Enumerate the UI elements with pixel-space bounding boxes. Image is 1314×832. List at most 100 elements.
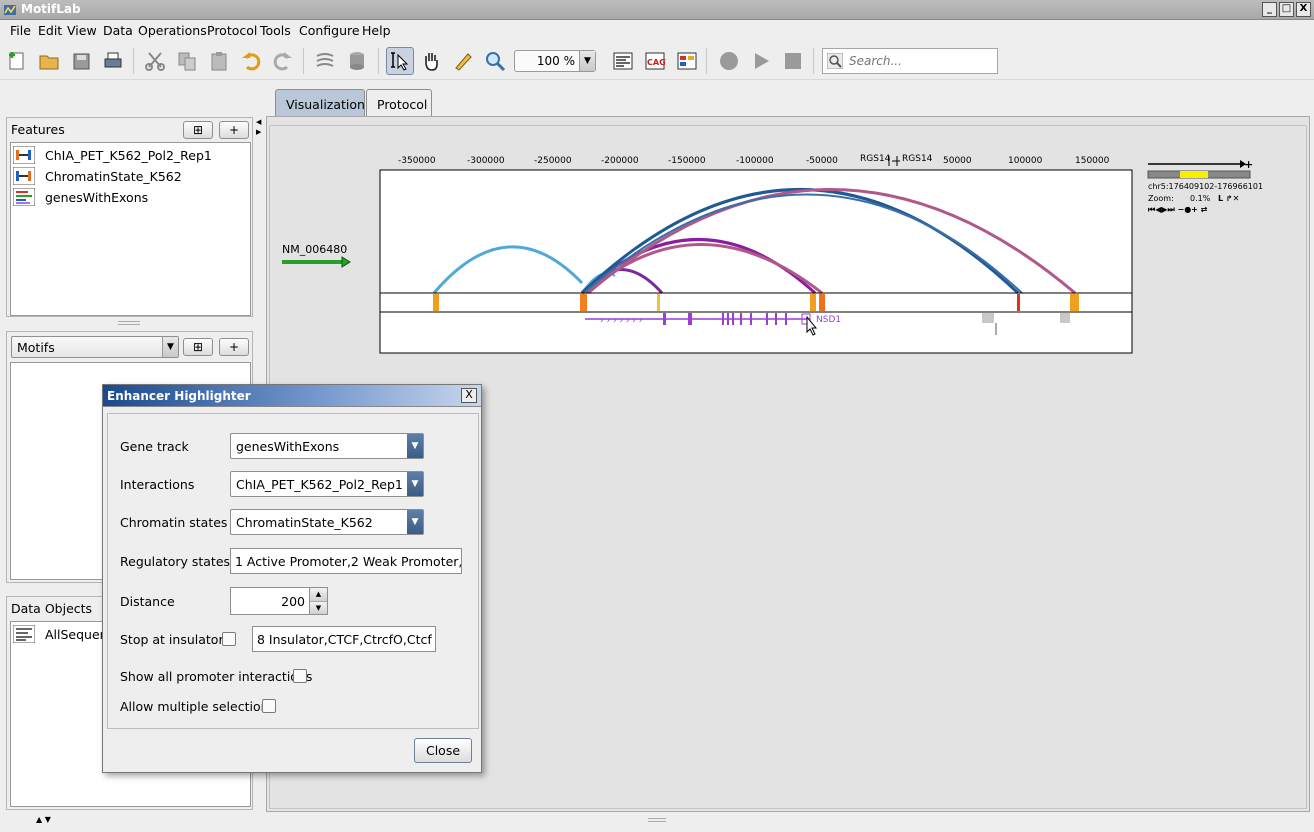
svg-text:L ↱✕: L ↱✕ (1218, 194, 1239, 203)
menu-configure[interactable]: Configure (299, 23, 360, 38)
motifs-combo[interactable]: Motifs ▼ (11, 336, 179, 358)
features-panel: Features ⊞ + ChIA_PET_K562_Pol2_Rep1 Chr… (6, 117, 253, 317)
cut-icon[interactable] (142, 48, 168, 74)
zoom-level-combo[interactable]: 100 % ▼ (514, 50, 596, 72)
navigation-widget[interactable]: + chr5:176409102-176966101 Zoom: 0.1% L … (1147, 158, 1263, 214)
gene-track-select[interactable]: genesWithExons ▼ (230, 433, 424, 459)
menu-tools[interactable]: Tools (260, 23, 291, 38)
gene-track-label: Gene track (120, 439, 189, 454)
ruler-tick-label: -50000 (806, 156, 838, 166)
minimize-button[interactable]: _ (1262, 2, 1277, 17)
ruler-tick-label: -150000 (668, 156, 706, 166)
collapse-arrows-icon[interactable]: ▲ ▼ (36, 815, 51, 824)
menu-help[interactable]: Help (362, 23, 391, 38)
database-icon[interactable] (344, 48, 370, 74)
chevron-down-icon[interactable]: ▼ (579, 51, 595, 71)
selection-tool-icon[interactable] (386, 47, 414, 75)
print-icon[interactable] (100, 48, 126, 74)
chromatin-states-select[interactable]: ChromatinState_K562 ▼ (230, 509, 424, 535)
feature-item-genes[interactable]: genesWithExons (13, 187, 148, 207)
vertical-splitter-icon[interactable]: ◀ ▶ (256, 117, 262, 157)
insulators-field[interactable]: 8 Insulator,CTCF,CtrcfO,Ctcf (252, 626, 436, 652)
menu-edit[interactable]: Edit (38, 23, 62, 38)
allow-multiple-checkbox[interactable] (262, 699, 276, 713)
motifs-combo-value: Motifs (17, 340, 55, 355)
svg-text:+: + (1244, 158, 1253, 171)
tab-visualization[interactable]: Visualization (275, 89, 365, 117)
toolbar-separator (378, 48, 379, 74)
sequence-browser-icon[interactable] (610, 48, 636, 74)
magnifier-zoom-icon[interactable] (482, 48, 508, 74)
regulatory-states-field[interactable]: 1 Active Promoter,2 Weak Promoter,3 Poi (230, 548, 462, 574)
zoom-level-value: 100 % (536, 54, 575, 68)
motifs-add-button[interactable]: + (219, 338, 249, 356)
spinner-down-icon[interactable]: ▼ (309, 601, 327, 614)
tab-protocol[interactable]: Protocol (366, 89, 432, 117)
toolbar-separator (813, 48, 814, 74)
spinner-up-icon[interactable]: ▲ (309, 588, 327, 601)
new-session-icon[interactable] (4, 48, 30, 74)
chevron-down-icon[interactable]: ▼ (407, 434, 423, 458)
menu-data[interactable]: Data (103, 23, 133, 38)
maximize-button[interactable]: □ (1279, 2, 1294, 17)
ruler-tick-label: 100000 (1008, 156, 1043, 166)
feature-item-chromatin[interactable]: ChromatinState_K562 (13, 166, 182, 186)
menu-operations[interactable]: Operations (138, 23, 207, 38)
gene-track-value: genesWithExons (236, 439, 340, 454)
chevron-down-icon[interactable]: ▼ (407, 510, 423, 534)
ruler-tick-label: RGS14 (860, 154, 891, 164)
close-button[interactable]: Close (414, 738, 472, 763)
feature-item-label: ChromatinState_K562 (45, 168, 182, 184)
stop-insulators-checkbox[interactable] (222, 632, 236, 646)
pencil-draw-icon[interactable] (450, 48, 476, 74)
features-add-button[interactable]: + (219, 121, 249, 139)
hand-pan-icon[interactable] (418, 48, 444, 74)
redo-icon[interactable] (270, 48, 296, 74)
dialog-title: Enhancer Highlighter (107, 389, 251, 403)
region-browser-icon[interactable] (674, 48, 700, 74)
data-track-icon[interactable] (312, 48, 338, 74)
menu-bar: File Edit View Data Operations Protocol … (0, 20, 1314, 42)
interactions-label: Interactions (120, 477, 195, 492)
play-icon[interactable] (748, 48, 774, 74)
feature-item-chiapet[interactable]: ChIA_PET_K562_Pol2_Rep1 (13, 145, 212, 165)
features-list: ChIA_PET_K562_Pol2_Rep1 ChromatinState_K… (10, 142, 251, 316)
chevron-down-icon[interactable]: ▼ (407, 472, 423, 496)
allow-multiple-label: Allow multiple selections (120, 699, 276, 714)
save-icon[interactable] (68, 48, 94, 74)
menu-file[interactable]: File (10, 23, 31, 38)
chevron-down-icon[interactable]: ▼ (162, 337, 178, 357)
features-panel-title: Features (11, 122, 65, 137)
menu-protocol[interactable]: Protocol (207, 23, 257, 38)
features-tree-button[interactable]: ⊞ (183, 121, 213, 139)
open-folder-icon[interactable] (36, 48, 62, 74)
svg-text:› › › › › › ›: › › › › › › › (600, 316, 642, 326)
splitter-handle[interactable] (648, 818, 666, 822)
record-icon[interactable] (716, 48, 742, 74)
show-all-promoter-checkbox[interactable] (293, 669, 307, 683)
data-object-label: AllSequen (45, 626, 108, 642)
dialog-close-icon[interactable]: X (461, 388, 477, 403)
stop-icon[interactable] (780, 48, 806, 74)
search-box[interactable] (822, 48, 998, 74)
paste-icon[interactable] (206, 48, 232, 74)
toolbar-separator (303, 48, 304, 74)
menu-view[interactable]: View (67, 23, 97, 38)
splitter-handle[interactable] (118, 321, 140, 325)
search-input[interactable] (849, 53, 994, 69)
toolbar-separator (706, 48, 707, 74)
toolbar: CAGT (0, 42, 1314, 80)
ruler-tick-label: -300000 (467, 156, 505, 166)
ruler-tick-label: 150000 (1075, 156, 1110, 166)
interactions-select[interactable]: ChIA_PET_K562_Pol2_Rep1 ▼ (230, 471, 424, 497)
copy-icon[interactable] (174, 48, 200, 74)
distance-spinner[interactable]: 200 ▲ ▼ (230, 587, 328, 615)
motifs-tree-icon[interactable]: ⊞ (183, 338, 213, 356)
motif-logo-icon[interactable]: CAGT (642, 48, 668, 74)
undo-icon[interactable] (238, 48, 264, 74)
window-close-button[interactable]: X (1296, 2, 1311, 17)
data-objects-title: Data Objects (11, 601, 93, 616)
regulatory-states-value: 1 Active Promoter,2 Weak Promoter,3 Poi (235, 554, 461, 569)
data-object-item[interactable]: AllSequen (13, 624, 108, 644)
ruler-tick-label: -100000 (736, 156, 774, 166)
